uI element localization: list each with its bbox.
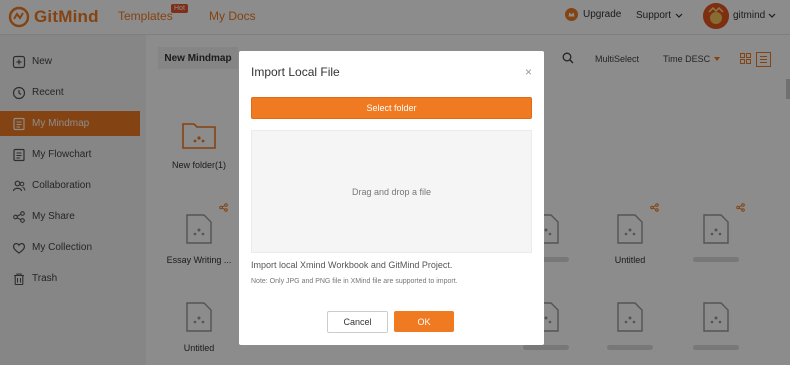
cancel-button[interactable]: Cancel — [327, 311, 388, 333]
dialog-title: Import Local File — [251, 65, 340, 79]
close-icon[interactable]: × — [525, 65, 532, 79]
import-note: Note: Only JPG and PNG file in XMind fil… — [251, 278, 458, 285]
drop-zone-label: Drag and drop a file — [351, 186, 432, 197]
drop-zone[interactable]: Drag and drop a file — [251, 130, 532, 253]
import-description: Import local Xmind Workbook and GitMind … — [251, 260, 453, 270]
ok-button[interactable]: OK — [394, 311, 454, 332]
select-folder-button[interactable]: Select folder — [251, 97, 532, 119]
import-local-file-dialog: Import Local File × Select folder Drag a… — [239, 51, 544, 345]
